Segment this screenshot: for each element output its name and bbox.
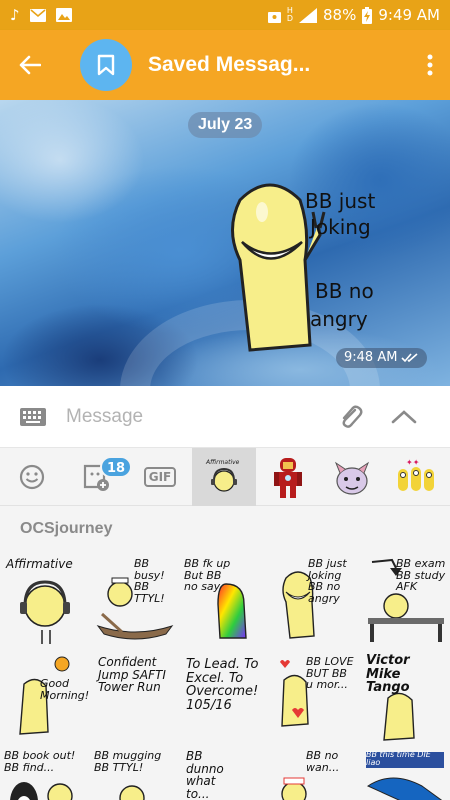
sticker-bb-dunno[interactable]: BB dunno what to... [180,744,270,800]
sticker-victor-mike-tango[interactable]: Victor Mike Tango [360,648,450,744]
sticker-bb-exam[interactable]: BB exam BB study AFK [360,552,450,648]
sticker-affirmative[interactable]: Affirmative [0,552,90,648]
smiley-icon [19,464,45,490]
sticker-panel[interactable]: OCSjourney Affirmative BB busy! BB TTYL! [0,506,450,800]
attach-button[interactable] [328,386,374,448]
sticker-pack-title: OCSjourney [20,520,113,537]
battery-percent: 88% [323,6,357,24]
sticker-tabs: 18 GIF Affirmative ✦✦ [0,448,450,506]
double-check-icon [401,353,418,363]
tab-pack-ocsjourney[interactable]: Affirmative [192,448,256,506]
hd-icon: HD [286,6,293,23]
message-input[interactable] [66,405,316,428]
sticker-text-2: BB no angry [310,279,374,331]
sticker-bb-no-wan[interactable]: BB no wan... [270,744,360,800]
sticker-caption: BB just Joking BB no angry [308,557,347,605]
sticker-caption: BB dunno what to... [186,749,224,800]
sticker-caption: BB this time DIE liao [366,750,431,768]
sticker-caption: BB book out! BB find... [4,749,76,774]
message-time: 9:48 AM [344,350,398,365]
more-vertical-icon [427,54,433,76]
keyboard-button[interactable] [0,386,66,448]
sticker-text-1: BB just Joking [305,189,375,239]
sticker-caption: Good Morning! [40,677,90,702]
chat-avatar[interactable] [80,39,132,91]
sticker-good-morning[interactable]: Good Morning! [0,648,90,744]
sticker-bb-die-liao[interactable]: BB this time DIE liao [360,744,450,800]
tab-pack-ironman[interactable] [256,448,320,506]
sticker-bb-love[interactable]: BB LOVE BUT BB u mor... [270,648,360,744]
sticker-bb-just-joking[interactable]: BB just Joking BB no angry [270,552,360,648]
sticker-caption: Victor Mike Tango [366,653,410,696]
sticker-caption: To Lead. To Excel. To Overcome! 105/16 [186,657,259,713]
sticker-caption: BB mugging BB TTYL! [94,749,162,774]
gif-label: GIF [148,470,172,484]
chat-title[interactable]: Saved Messag... [148,53,318,77]
sticker-caption: BB no wan... [306,749,340,774]
sticker-bb-joking: BB just Joking BB no angry [231,183,375,352]
lock-person-icon [267,11,281,23]
svg-text:✦✦: ✦✦ [406,458,420,467]
clock: 9:49 AM [378,6,440,24]
date-separator: July 23 [188,112,263,138]
sticker-grid: Affirmative BB busy! BB TTYL! BB fk up B… [0,552,450,800]
tab-pack-creature[interactable] [320,448,384,506]
more-options-button[interactable] [410,30,450,100]
signal-icon [299,7,317,23]
sticker-pack-thumb-ironman [274,458,302,498]
chevron-up-icon [391,409,417,423]
status-bar: ♪ HD 88% 9:49 AM [0,0,450,30]
sticker-confident-jump[interactable]: Confident Jump SAFTI Tower Run [90,648,180,744]
mail-icon [29,8,46,22]
sticker-bb-mugging[interactable]: BB mugging BB TTYL! [90,744,180,800]
arrow-left-icon [19,55,41,75]
message-input-bar [0,386,450,448]
sticker-caption: Affirmative [6,557,73,571]
active-tab-text: Affirmative [205,459,240,466]
sticker-pack-thumb-affirmative: Affirmative [205,459,240,492]
tab-pack-minions[interactable]: ✦✦ [384,448,448,506]
back-button[interactable] [0,30,60,100]
sticker-to-lead[interactable]: To Lead. To Excel. To Overcome! 105/16 [180,648,270,744]
battery-charging-icon [362,6,373,24]
tab-gif[interactable]: GIF [128,448,192,506]
chat-area[interactable]: July 23 BB just Joking BB no angry 9:48 AM [0,100,450,386]
gif-icon: GIF [143,467,177,487]
sticker-bb-fk-up[interactable]: BB fk up But BB no say [180,552,270,648]
image-icon [55,8,72,22]
expand-button[interactable] [374,386,434,448]
sticker-message[interactable]: BB just Joking BB no angry [210,170,430,370]
sticker-caption: BB exam BB study AFK [396,557,446,594]
keyboard-icon [20,407,46,426]
sticker-bb-busy[interactable]: BB busy! BB TTYL! [90,552,180,648]
bookmark-icon [97,54,115,76]
app-bar: Saved Messag... [0,30,450,100]
sticker-pack-thumb-minions: ✦✦ [398,458,434,491]
tab-stickers[interactable]: 18 [64,448,133,506]
music-note-icon: ♪ [10,6,20,24]
sticker-bb-book-out[interactable]: BB book out! BB find... [0,744,90,800]
sticker-pack-thumb-creature [334,461,370,495]
message-timestamp: 9:48 AM [336,348,428,368]
sticker-caption: BB busy! BB TTYL! [134,557,165,605]
sticker-caption: BB fk up But BB no say [184,557,231,594]
tab-emoji[interactable] [0,448,64,506]
paperclip-icon [342,405,363,428]
sticker-caption: BB LOVE BUT BB u mor... [306,655,354,692]
sticker-caption: Confident Jump SAFTI Tower Run [98,655,166,695]
